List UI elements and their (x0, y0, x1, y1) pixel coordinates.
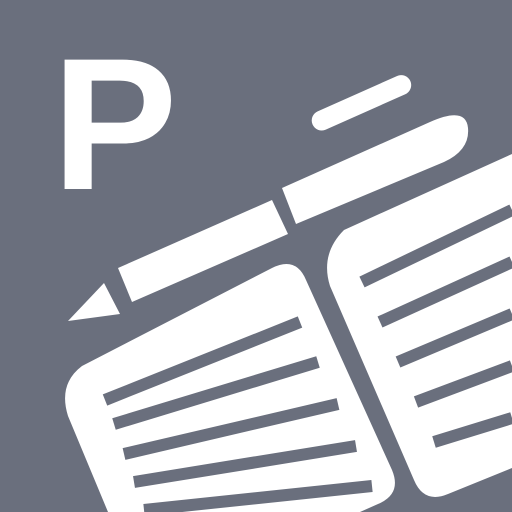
app-letter: P (52, 19, 178, 229)
pen-tip (68, 283, 120, 321)
app-icon[interactable]: P (0, 0, 512, 512)
pen-clip (311, 75, 412, 131)
